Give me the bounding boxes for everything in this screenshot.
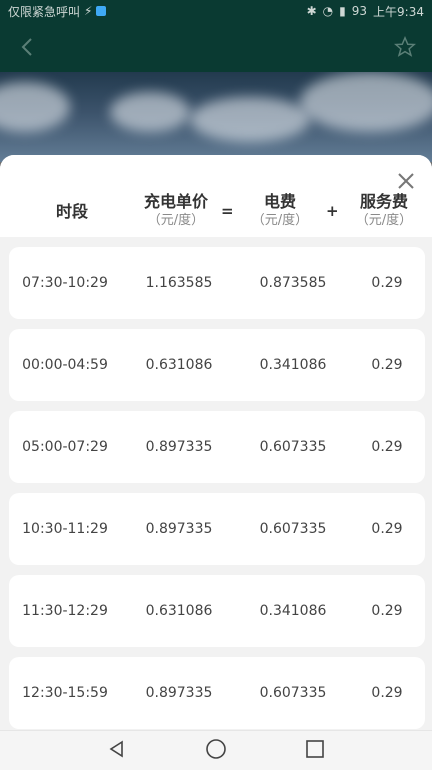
price-sheet: 时段 充电单价 （元/度） = 电费 （元/度） + 服务费 （元/度） 07:… bbox=[0, 155, 432, 730]
electric-fee-cell: 0.607335 bbox=[259, 439, 327, 455]
electric-fee-cell: 0.607335 bbox=[259, 685, 327, 701]
nav-recents-button[interactable] bbox=[305, 739, 325, 763]
service-fee-cell: 0.29 bbox=[371, 685, 403, 701]
station-banner-image bbox=[0, 72, 432, 162]
header-service-fee-unit: （元/度） bbox=[355, 213, 413, 228]
service-fee-cell: 0.29 bbox=[371, 521, 403, 537]
electric-fee-cell: 0.873585 bbox=[259, 275, 327, 291]
bluetooth-icon: ✱ bbox=[306, 4, 317, 18]
status-left: 仅限紧急呼叫 ⚡ bbox=[8, 3, 107, 20]
header-electric-fee: 电费 （元/度） bbox=[238, 192, 322, 230]
status-bar: 仅限紧急呼叫 ⚡ ✱ ◔ ▮ 93 上午9:34 bbox=[0, 0, 432, 22]
service-fee-cell: 0.29 bbox=[371, 439, 403, 455]
battery-level: 93 bbox=[351, 4, 368, 18]
price-row: 07:30-10:29 1.163585 0.873585 0.29 bbox=[9, 247, 425, 319]
back-button[interactable] bbox=[12, 32, 42, 62]
header-service-fee: 服务费 （元/度） bbox=[344, 192, 424, 230]
electric-fee-cell: 0.607335 bbox=[259, 521, 327, 537]
back-arrow-icon bbox=[21, 38, 32, 56]
header-electric-fee-unit: （元/度） bbox=[251, 213, 309, 228]
electric-fee-cell: 0.341086 bbox=[259, 357, 327, 373]
status-time: 上午9:34 bbox=[373, 4, 424, 19]
unit-price-cell: 0.897335 bbox=[145, 685, 213, 701]
period-cell: 00:00-04:59 bbox=[22, 357, 108, 373]
usb-icon: ⚡ bbox=[84, 4, 93, 18]
price-row: 10:30-11:29 0.897335 0.607335 0.29 bbox=[9, 493, 425, 565]
nav-back-button[interactable] bbox=[107, 739, 127, 763]
unit-price-cell: 0.897335 bbox=[145, 439, 213, 455]
header-unit-price-unit: （元/度） bbox=[147, 213, 205, 228]
close-button[interactable] bbox=[394, 169, 418, 193]
plus-sign: + bbox=[326, 202, 339, 220]
equals-sign: = bbox=[221, 202, 234, 220]
service-fee-cell: 0.29 bbox=[371, 603, 403, 619]
price-row: 00:00-04:59 0.631086 0.341086 0.29 bbox=[9, 329, 425, 401]
header-unit-price-label: 充电单价 bbox=[143, 192, 208, 211]
circle-home-icon bbox=[206, 738, 226, 759]
carrier-text: 仅限紧急呼叫 bbox=[8, 4, 81, 19]
header-unit-price: 充电单价 （元/度） bbox=[126, 192, 226, 230]
app-bar bbox=[0, 22, 432, 72]
system-nav-bar bbox=[0, 730, 432, 770]
header-period: 时段 bbox=[30, 202, 114, 222]
service-fee-cell: 0.29 bbox=[371, 357, 403, 373]
price-row: 12:30-15:59 0.897335 0.607335 0.29 bbox=[9, 657, 425, 729]
price-row: 05:00-07:29 0.897335 0.607335 0.29 bbox=[9, 411, 425, 483]
triangle-back-icon bbox=[109, 740, 123, 757]
notification-icon bbox=[96, 6, 107, 16]
service-fee-cell: 0.29 bbox=[371, 275, 403, 291]
period-cell: 05:00-07:29 bbox=[22, 439, 108, 455]
close-icon bbox=[398, 173, 414, 189]
header-period-label: 时段 bbox=[55, 202, 88, 221]
price-list[interactable]: 07:30-10:29 1.163585 0.873585 0.29 00:00… bbox=[9, 247, 425, 730]
signal-icon: ▮ bbox=[339, 4, 346, 18]
star-icon bbox=[394, 36, 416, 57]
period-cell: 10:30-11:29 bbox=[22, 521, 108, 537]
nav-home-button[interactable] bbox=[205, 738, 227, 764]
status-right: ✱ ◔ ▮ 93 上午9:34 bbox=[307, 3, 424, 20]
sheet-header: 时段 充电单价 （元/度） = 电费 （元/度） + 服务费 （元/度） bbox=[0, 155, 432, 237]
period-cell: 07:30-10:29 bbox=[22, 275, 108, 291]
unit-price-cell: 0.897335 bbox=[145, 521, 213, 537]
unit-price-cell: 0.631086 bbox=[145, 357, 213, 373]
electric-fee-cell: 0.341086 bbox=[259, 603, 327, 619]
unit-price-cell: 1.163585 bbox=[145, 275, 213, 291]
period-cell: 11:30-12:29 bbox=[22, 603, 108, 619]
unit-price-cell: 0.631086 bbox=[145, 603, 213, 619]
price-row: 11:30-12:29 0.631086 0.341086 0.29 bbox=[9, 575, 425, 647]
header-service-fee-label: 服务费 bbox=[359, 192, 408, 211]
favorite-button[interactable] bbox=[390, 32, 420, 62]
period-cell: 12:30-15:59 bbox=[22, 685, 108, 701]
header-electric-fee-label: 电费 bbox=[263, 192, 296, 211]
wifi-icon: ◔ bbox=[322, 4, 334, 18]
square-recents-icon bbox=[306, 739, 324, 758]
